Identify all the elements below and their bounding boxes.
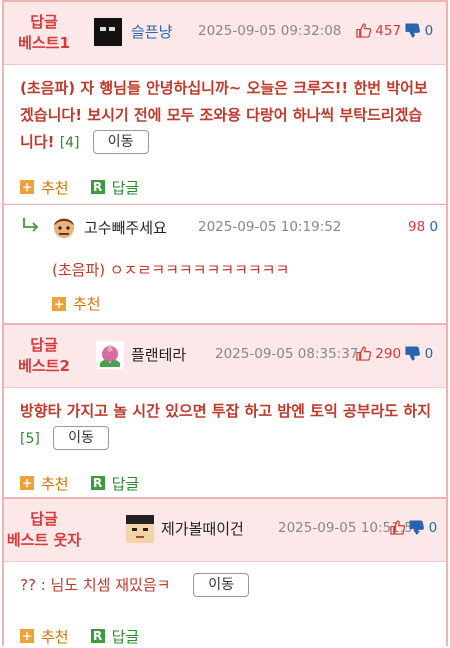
move-button[interactable]: 이동 <box>193 573 249 597</box>
move-button[interactable]: 이동 <box>53 426 109 450</box>
post-date: 2025-09-05 09:32:08 <box>198 23 342 39</box>
move-button[interactable]: 이동 <box>92 130 149 154</box>
thumbs-up-icon[interactable] <box>390 520 405 535</box>
comment-count[interactable]: [4] <box>60 135 80 151</box>
recommend-button[interactable]: + 추천 <box>20 473 69 494</box>
thumbs-up-icon[interactable] <box>356 23 371 38</box>
down-count: 0 <box>428 520 438 536</box>
plus-square-icon: + <box>20 180 34 194</box>
plus-square-icon: + <box>52 296 66 311</box>
recommend-button[interactable]: + 추천 <box>20 177 69 198</box>
reply-down-count[interactable]: 0 <box>429 219 438 235</box>
reply-vote-counts: 98 0 <box>408 219 438 235</box>
up-count: 290 <box>375 346 402 362</box>
r-square-icon: R <box>90 476 105 490</box>
thumbs-up-icon[interactable] <box>356 346 371 361</box>
reply-nickname[interactable]: 고수빼주세요 <box>84 217 167 238</box>
avatar[interactable] <box>94 18 122 46</box>
thumbs-down-icon[interactable] <box>409 520 425 535</box>
post-content: ?? : 님도 치셈 재밌음ㅋ 이동 <box>4 562 446 614</box>
reply-recommend-button[interactable]: + 추천 <box>52 293 101 314</box>
post-header: 답글 베스트 웃자 제가볼때이건 2025-09-05 10:51:52 0 <box>4 499 446 562</box>
reply-up-count[interactable]: 98 <box>408 219 425 235</box>
plus-square-icon: + <box>20 629 34 643</box>
post-content: 방향타 가지고 놀 시간 있으면 투잡 하고 밤엔 토익 공부라도 하지 [5]… <box>4 388 446 461</box>
post-content: (초음파) 자 행님들 안녕하십니까~ 오늘은 크루즈!! 한번 박어보겠습니다… <box>4 65 446 165</box>
thumbs-down-icon[interactable] <box>405 346 421 361</box>
reply-to-best-1: 고수빼주세요 2025-09-05 10:19:52 98 0 (초음파) ㅇㅈ… <box>4 205 446 325</box>
best-badge: 답글 베스트2 <box>18 336 70 375</box>
avatar[interactable] <box>50 213 78 241</box>
avatar[interactable] <box>96 341 124 369</box>
avatar[interactable] <box>126 515 154 543</box>
reply-date: 2025-09-05 10:19:52 <box>198 219 342 235</box>
post-header: 답글 베스트1 슬픈냥 2025-09-05 09:32:08 457 0 <box>4 2 446 65</box>
best-reply-1: 답글 베스트1 슬픈냥 2025-09-05 09:32:08 457 0 (초… <box>4 2 446 205</box>
thumbs-down-icon[interactable] <box>405 23 421 38</box>
reply-content: (초음파) ㅇㅈㄹㅋㅋㅋㅋㅋㅋㅋㅋㅋㅋ <box>52 261 290 279</box>
vote-counts: 0 <box>390 520 437 536</box>
vote-counts: 457 0 <box>356 23 433 39</box>
r-square-icon: R <box>90 180 105 194</box>
nickname[interactable]: 슬픈냥 <box>131 21 172 42</box>
down-count: 0 <box>424 346 434 362</box>
best-reply-2: 답글 베스트2 플랜테라 2025-09-05 08:35:37 290 0 방… <box>4 325 446 499</box>
reply-button[interactable]: R 답글 <box>90 626 139 647</box>
post-actions: + 추천 R 답글 <box>4 614 446 646</box>
nickname[interactable]: 제가볼때이건 <box>161 518 244 539</box>
post-header: 답글 베스트2 플랜테라 2025-09-05 08:35:37 290 0 <box>4 325 446 388</box>
r-square-icon: R <box>90 629 105 643</box>
vote-counts: 290 0 <box>356 346 433 362</box>
plus-square-icon: + <box>20 476 34 490</box>
reply-arrow-icon <box>23 218 39 232</box>
best-replies-panel: 답글 베스트1 슬픈냥 2025-09-05 09:32:08 457 0 (초… <box>2 0 448 646</box>
recommend-button[interactable]: + 추천 <box>20 626 69 647</box>
up-count: 457 <box>375 23 402 39</box>
nickname[interactable]: 플랜테라 <box>131 344 186 365</box>
down-count: 0 <box>424 23 434 39</box>
best-badge: 답글 베스트 웃자 <box>6 510 82 549</box>
best-badge: 답글 베스트1 <box>18 13 70 52</box>
reply-button[interactable]: R 답글 <box>90 177 139 198</box>
comment-count[interactable]: [5] <box>20 431 40 447</box>
reply-button[interactable]: R 답글 <box>90 473 139 494</box>
best-reply-funny: 답글 베스트 웃자 제가볼때이건 2025-09-05 10:51:52 0 ?… <box>4 499 446 646</box>
post-date: 2025-09-05 08:35:37 <box>215 346 359 362</box>
